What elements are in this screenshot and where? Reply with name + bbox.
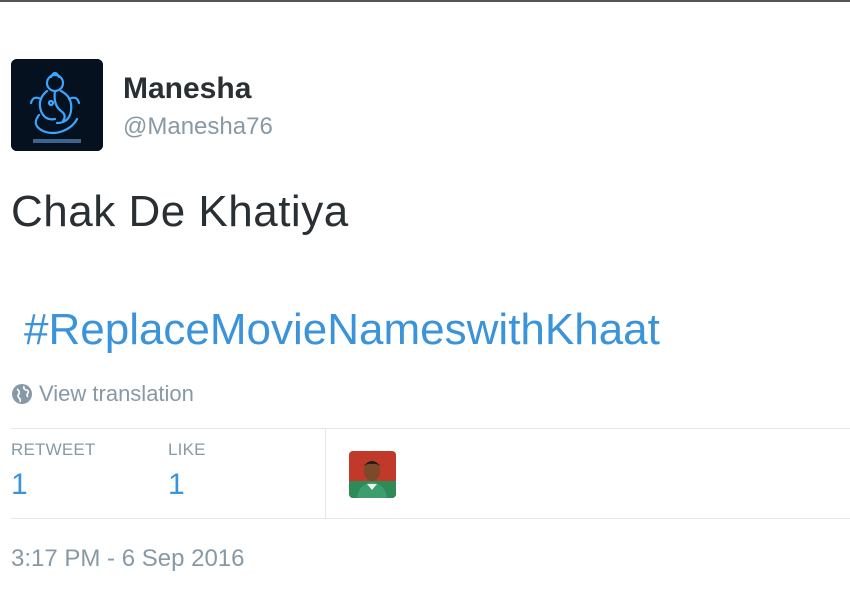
retweet-count: 1 xyxy=(11,468,28,501)
tweet-timestamp[interactable]: 3:17 PM - 6 Sep 2016 xyxy=(11,545,244,573)
like-count: 1 xyxy=(168,468,185,501)
top-divider xyxy=(0,0,850,2)
retweet-stat[interactable]: RETWEET 1 xyxy=(11,440,96,502)
retweet-label: RETWEET xyxy=(11,440,96,459)
stats-vertical-divider xyxy=(325,429,326,518)
tweet-detail: Manesha @Manesha76 Chak De Khatiya #Repl… xyxy=(0,0,850,601)
author-avatar[interactable] xyxy=(11,59,103,151)
user-photo-icon xyxy=(349,451,396,498)
view-translation-link[interactable]: View translation xyxy=(11,381,194,407)
view-translation-label: View translation xyxy=(39,381,194,406)
author-name[interactable]: Manesha xyxy=(123,72,251,106)
like-stat[interactable]: LIKE 1 xyxy=(168,440,206,502)
globe-icon xyxy=(11,383,33,405)
like-label: LIKE xyxy=(168,440,206,459)
author-handle[interactable]: @Manesha76 xyxy=(123,113,273,141)
stats-divider-bottom xyxy=(11,518,850,519)
stats-divider-top xyxy=(11,428,850,429)
tweet-text: Chak De Khatiya xyxy=(11,187,349,236)
ganesha-icon xyxy=(11,59,103,151)
hashtag-link[interactable]: #ReplaceMovieNameswithKhaat xyxy=(24,305,660,355)
liker-avatar[interactable] xyxy=(349,451,396,498)
